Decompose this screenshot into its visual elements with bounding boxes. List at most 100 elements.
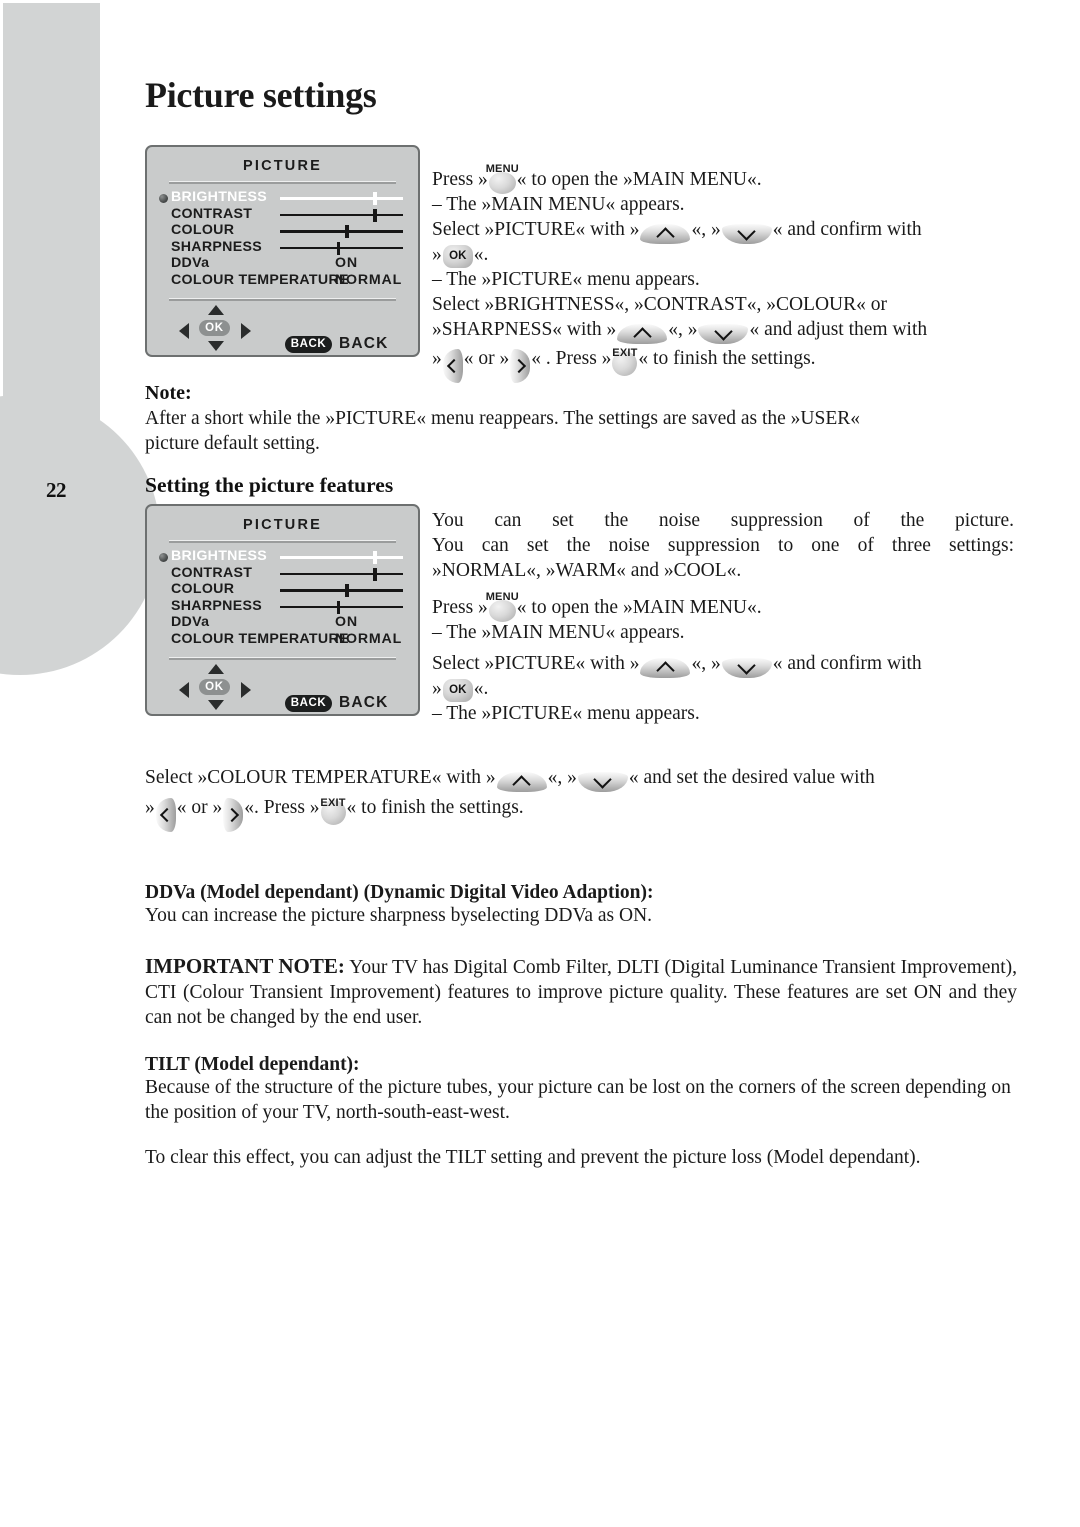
- nav-left-arrow-icon[interactable]: [179, 323, 189, 339]
- instruction-line: »SHARPNESS« with » «, » « and adjust them …: [432, 317, 1032, 346]
- nav-up-arrow-icon[interactable]: [208, 305, 224, 315]
- osd-row-contrast[interactable]: CONTRAST: [147, 565, 418, 582]
- nav-back-pill-icon[interactable]: BACK: [285, 336, 332, 353]
- ok-key-icon[interactable]: OK: [442, 679, 473, 703]
- osd-slider-track[interactable]: [280, 208, 403, 222]
- nav-left-arrow-icon[interactable]: [179, 682, 189, 698]
- ok-key-icon[interactable]: OK: [442, 245, 473, 269]
- selection-bullet-icon: [159, 194, 168, 203]
- menu-key-icon[interactable]: MENU: [486, 163, 519, 194]
- osd-divider-top: [169, 181, 396, 184]
- osd-row-label: BRIGHTNESS: [171, 548, 268, 564]
- instruction-line: – The »PICTURE« menu appears.: [432, 269, 700, 291]
- nav-ok-button[interactable]: OK: [199, 679, 230, 695]
- instruction-line: You can set the noise suppression to one…: [432, 535, 1014, 556]
- osd-slider-track[interactable]: [280, 192, 403, 205]
- note-heading: Note:: [145, 382, 192, 404]
- menu-key-icon[interactable]: MENU: [486, 591, 519, 622]
- rocker-left-key-icon[interactable]: [155, 797, 176, 832]
- osd-row-label: COLOUR TEMPERATURE: [171, 630, 349, 647]
- nav-back-pill-icon[interactable]: BACK: [285, 695, 332, 712]
- instruction-line: » OK «.: [432, 242, 1032, 269]
- rocker-right-key-icon[interactable]: [223, 797, 244, 832]
- osd-slider-knob[interactable]: [336, 241, 341, 255]
- osd-divider-bottom: [169, 657, 396, 660]
- important-note-label: IMPORTANT NOTE:: [145, 954, 345, 978]
- osd-slider-track[interactable]: [280, 584, 403, 597]
- osd-title: PICTURE: [242, 517, 323, 533]
- osd-slider-knob[interactable]: [373, 192, 377, 205]
- osd-row-colour-temperature[interactable]: COLOUR TEMPERATURE NORMAL: [147, 631, 418, 648]
- instruction-line: » « or » «. Press » EXIT « to finish the set…: [145, 790, 1017, 832]
- instruction-line: Select »PICTURE« with » «, » « and confirm…: [432, 217, 1032, 246]
- osd-slider-track[interactable]: [280, 600, 403, 614]
- nav-down-arrow-icon[interactable]: [208, 700, 224, 710]
- osd-nav-cluster: OK BACK BACK: [147, 305, 418, 357]
- osd-row-contrast[interactable]: CONTRAST: [147, 206, 418, 223]
- tv-osd-menu-picture-2: PICTURE BRIGHTNESS CONTRAST COLOUR SHARP…: [145, 504, 420, 716]
- osd-row-value: ON: [335, 614, 358, 630]
- osd-slider-knob[interactable]: [345, 225, 349, 238]
- rocker-up-key-icon[interactable]: [640, 223, 691, 246]
- osd-row-ddva[interactable]: DDVa ON: [147, 614, 418, 631]
- osd-row-sharpness[interactable]: SHARPNESS: [147, 598, 418, 615]
- osd-row-label: CONTRAST: [171, 564, 253, 581]
- selection-bullet-icon: [159, 553, 168, 562]
- instruction-line: – The »PICTURE« menu appears.: [432, 703, 700, 725]
- tv-osd-menu-picture-1: PICTURE BRIGHTNESS CONTRAST COLOUR SHARP…: [145, 145, 420, 357]
- osd-row-colour-temperature[interactable]: COLOUR TEMPERATURE NORMAL: [147, 272, 418, 289]
- osd-slider-track[interactable]: [280, 567, 403, 581]
- osd-slider-knob[interactable]: [345, 584, 349, 597]
- osd-row-label: SHARPNESS: [171, 238, 262, 255]
- osd-slider-knob[interactable]: [373, 551, 377, 564]
- osd-slider-track[interactable]: [280, 225, 403, 238]
- rocker-down-key-icon[interactable]: [721, 221, 772, 244]
- osd-slider-knob[interactable]: [373, 208, 377, 222]
- instruction-line: You can set the noise suppression of the…: [432, 510, 1014, 531]
- osd-row-value: ON: [335, 255, 358, 271]
- rocker-down-key-icon[interactable]: [721, 655, 772, 678]
- osd-slider-knob[interactable]: [373, 567, 377, 581]
- osd-divider-top: [169, 540, 396, 543]
- instruction-line: Select »COLOUR TEMPERATURE« with » «, » « …: [145, 765, 1017, 794]
- exit-key-icon[interactable]: EXIT: [612, 347, 638, 377]
- rocker-up-key-icon[interactable]: [640, 657, 691, 680]
- osd-title: PICTURE: [242, 158, 323, 174]
- instruction-line: »NORMAL«, »WARM« and »COOL«.: [432, 560, 742, 581]
- instructions-block-2: You can set the noise suppression of the…: [432, 508, 1014, 726]
- osd-row-label: SHARPNESS: [171, 597, 262, 614]
- rocker-right-key-icon[interactable]: [510, 348, 531, 383]
- osd-row-label: COLOUR: [171, 222, 235, 238]
- instruction-line: Press » MENU « to open the »MAIN MENU«.: [432, 591, 1014, 622]
- osd-slider-track[interactable]: [280, 241, 403, 255]
- osd-row-colour[interactable]: COLOUR: [147, 581, 418, 598]
- rocker-left-key-icon[interactable]: [442, 348, 463, 383]
- rocker-down-key-icon[interactable]: [577, 769, 628, 792]
- osd-row-list: BRIGHTNESS CONTRAST COLOUR SHARPNESS DDV…: [147, 189, 418, 288]
- tilt-body-1: Because of the structure of the picture …: [145, 1077, 1011, 1123]
- osd-slider-knob[interactable]: [336, 600, 341, 614]
- osd-row-colour[interactable]: COLOUR: [147, 222, 418, 239]
- instruction-line: Press » MENU « to open the »MAIN MENU«.: [432, 163, 1032, 194]
- osd-row-label: DDVa: [171, 255, 210, 271]
- nav-right-arrow-icon[interactable]: [241, 323, 251, 339]
- osd-row-brightness[interactable]: BRIGHTNESS: [147, 548, 418, 565]
- nav-down-arrow-icon[interactable]: [208, 341, 224, 351]
- osd-row-sharpness[interactable]: SHARPNESS: [147, 239, 418, 256]
- osd-row-ddva[interactable]: DDVa ON: [147, 255, 418, 272]
- instructions-block-1: Press » MENU « to open the »MAIN MENU«. – …: [432, 163, 1032, 383]
- note-line: picture default setting.: [145, 433, 320, 454]
- ddva-body: You can increase the picture sharpness b…: [145, 905, 653, 926]
- tilt-body-2: To clear this effect, you can adjust the…: [145, 1147, 921, 1168]
- osd-slider-track[interactable]: [280, 551, 403, 564]
- instruction-line: » OK «.: [432, 676, 1014, 703]
- section-heading-setting-picture-features: Setting the picture features: [145, 473, 394, 497]
- nav-right-arrow-icon[interactable]: [241, 682, 251, 698]
- rocker-up-key-icon[interactable]: [496, 771, 547, 794]
- rocker-down-key-icon[interactable]: [698, 321, 749, 344]
- osd-row-label: DDVa: [171, 614, 210, 630]
- nav-ok-button[interactable]: OK: [199, 320, 230, 336]
- exit-key-icon[interactable]: EXIT: [320, 797, 346, 826]
- nav-up-arrow-icon[interactable]: [208, 664, 224, 674]
- osd-row-brightness[interactable]: BRIGHTNESS: [147, 189, 418, 206]
